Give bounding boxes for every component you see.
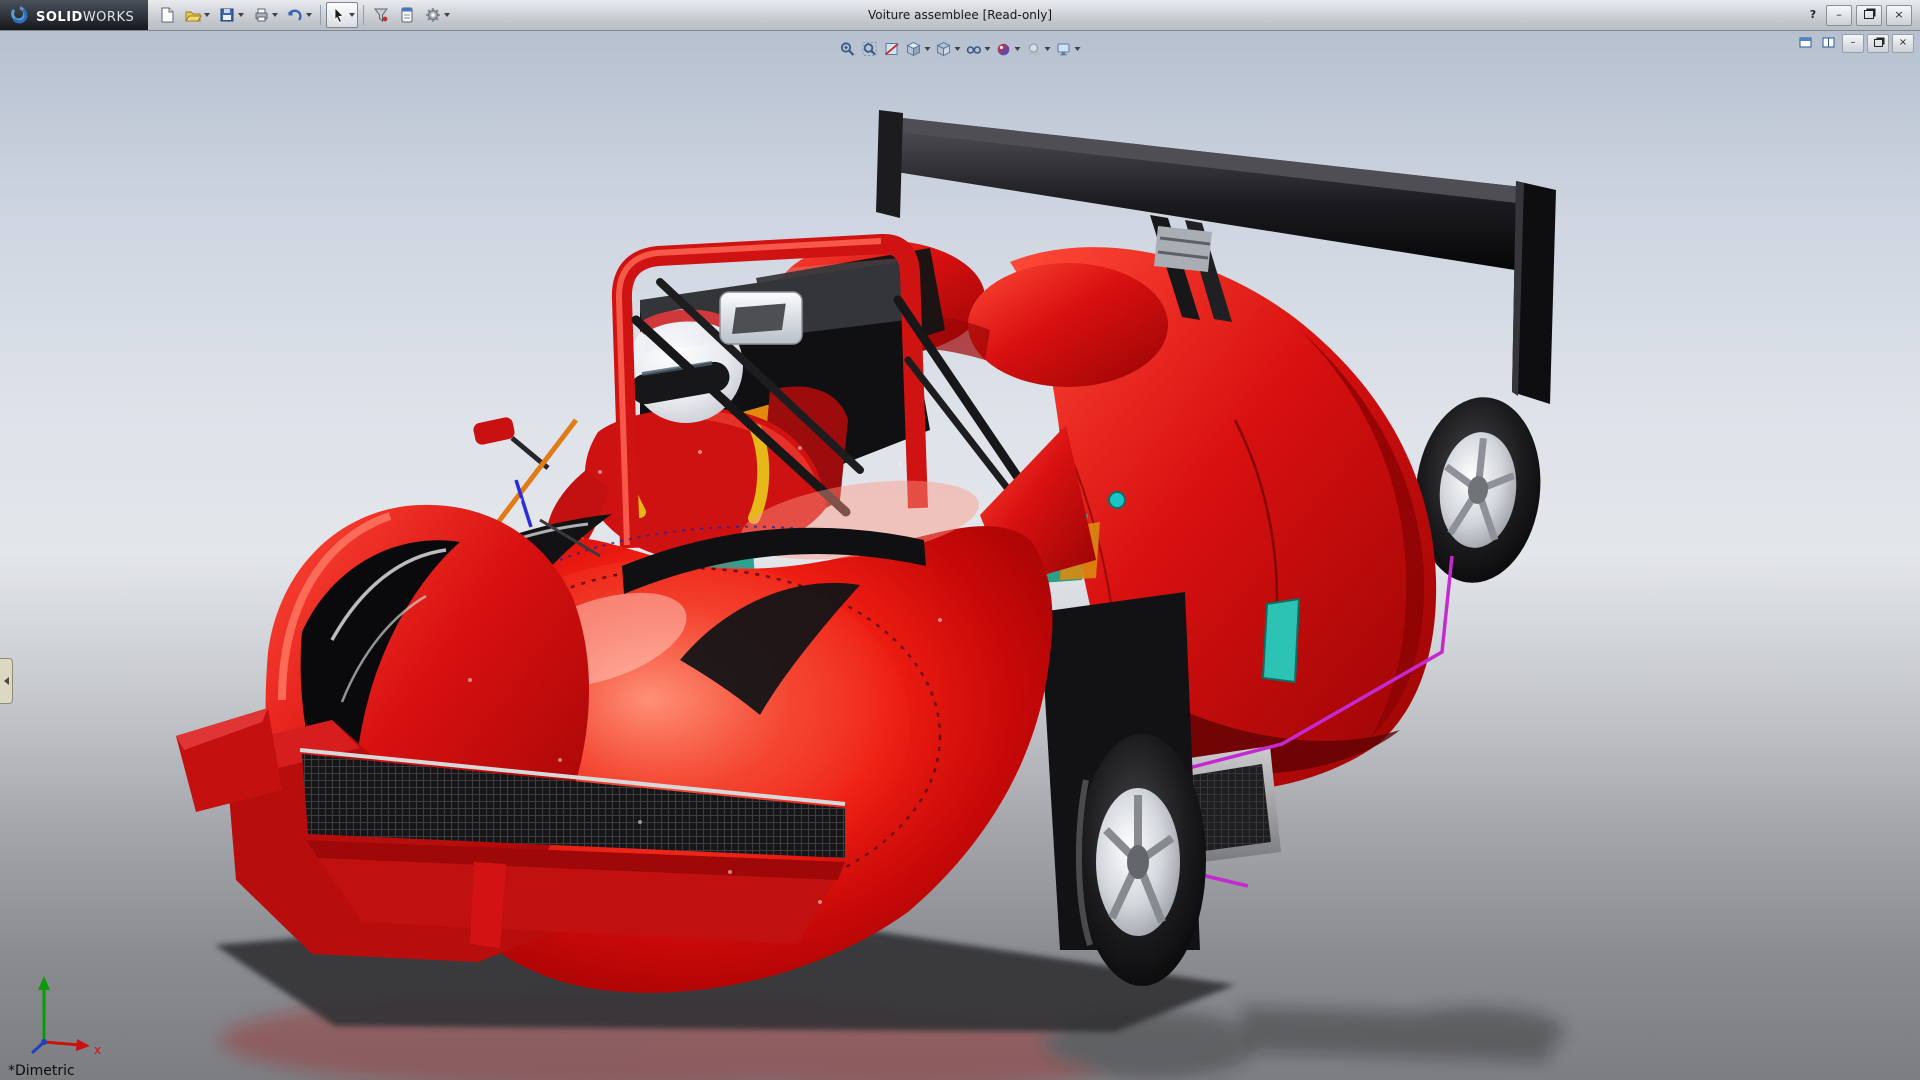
- minimize-button[interactable]: –: [1826, 5, 1852, 26]
- section-view-icon: [884, 41, 901, 58]
- undo-button[interactable]: [283, 2, 315, 28]
- zoom-to-fit-button[interactable]: [860, 35, 881, 63]
- print-button[interactable]: [249, 2, 281, 28]
- new-document-button[interactable]: [155, 2, 179, 28]
- close-button[interactable]: ×: [1886, 5, 1912, 26]
- view-settings-icon: [1056, 41, 1073, 58]
- undo-icon: [286, 6, 304, 24]
- brand-text-light: WORKS: [83, 10, 134, 25]
- toolbar-separator: [320, 5, 321, 25]
- section-view-button[interactable]: [882, 35, 903, 63]
- edit-appearance-button[interactable]: [994, 35, 1023, 63]
- edit-appearance-ball-icon: [996, 41, 1013, 58]
- doc-restore-button[interactable]: [1867, 34, 1889, 53]
- display-style-icon: [936, 41, 953, 58]
- design-binder-button[interactable]: [395, 2, 419, 28]
- document-window-controls: – ×: [1796, 34, 1914, 53]
- view-orientation-button[interactable]: [904, 35, 933, 63]
- open-folder-icon: [184, 6, 202, 24]
- view-settings-button[interactable]: [1054, 35, 1083, 63]
- window-controls: ? – ×: [1804, 5, 1920, 26]
- side-mirror[interactable]: [472, 416, 548, 468]
- select-dropdown-caret[interactable]: [349, 13, 355, 17]
- select-cursor-icon: [329, 6, 347, 24]
- restore-button[interactable]: [1856, 5, 1882, 26]
- feature-pane-icon: [1798, 35, 1814, 50]
- brand-text-bold: SOLID: [36, 10, 83, 25]
- feature-pane-button[interactable]: [1796, 35, 1816, 52]
- heads-up-view-toolbar: [838, 35, 1083, 63]
- display-style-button[interactable]: [934, 35, 963, 63]
- 3d-model-render[interactable]: [0, 30, 1920, 1080]
- hide-show-glasses-icon: [966, 41, 983, 58]
- view-orientation-label: *Dimetric: [8, 1063, 75, 1079]
- selection-filter-button[interactable]: [369, 2, 393, 28]
- doc-close-button[interactable]: ×: [1892, 34, 1914, 53]
- save-button[interactable]: [215, 2, 247, 28]
- apply-scene-button[interactable]: [1024, 35, 1053, 63]
- select-tool-button[interactable]: [326, 2, 358, 28]
- apply-scene-caret[interactable]: [1045, 47, 1051, 51]
- title-bar: SOLIDWORKS: [0, 0, 1920, 31]
- options-button[interactable]: [421, 2, 453, 28]
- front-wheel[interactable]: [1078, 734, 1206, 986]
- undo-dropdown-caret[interactable]: [306, 13, 312, 17]
- graphics-viewport[interactable]: – × x *Dimetric: [0, 30, 1920, 1080]
- view-settings-caret[interactable]: [1075, 47, 1081, 51]
- 3ds-swirl-icon: [8, 4, 30, 26]
- open-button[interactable]: [181, 2, 213, 28]
- rear-wing[interactable]: [876, 110, 1553, 276]
- display-style-caret[interactable]: [955, 47, 961, 51]
- save-icon: [218, 6, 236, 24]
- expand-pane-arrow-icon: [4, 677, 9, 685]
- zoom-in-out-button[interactable]: [838, 35, 859, 63]
- triad-x-axis: [76, 1039, 90, 1051]
- print-dropdown-caret[interactable]: [272, 13, 278, 17]
- doc-restore-icon: [1874, 39, 1883, 47]
- standard-toolbar: [148, 0, 454, 30]
- split-pane-icon: [1821, 35, 1837, 50]
- hide-show-items-button[interactable]: [964, 35, 993, 63]
- hide-show-caret[interactable]: [985, 47, 991, 51]
- selection-filter-icon: [372, 6, 390, 24]
- print-icon: [252, 6, 270, 24]
- save-dropdown-caret[interactable]: [238, 13, 244, 17]
- zoom-in-out-icon: [840, 41, 857, 58]
- reference-triad: x: [14, 964, 106, 1056]
- window-title: Voiture assemblee [Read-only]: [868, 0, 1052, 30]
- wing-endplate[interactable]: [1512, 181, 1556, 404]
- new-document-icon: [158, 6, 176, 24]
- help-button[interactable]: ?: [1804, 6, 1822, 25]
- zoom-to-fit-icon: [862, 41, 879, 58]
- feature-manager-collapsed-tab[interactable]: [0, 658, 13, 704]
- open-dropdown-caret[interactable]: [204, 13, 210, 17]
- view-orientation-caret[interactable]: [925, 47, 931, 51]
- triad-y-axis: [38, 976, 50, 990]
- toolbar-separator: [363, 5, 364, 25]
- options-dropdown-caret[interactable]: [444, 13, 450, 17]
- split-pane-button[interactable]: [1819, 35, 1839, 52]
- edit-appearance-caret[interactable]: [1015, 47, 1021, 51]
- apply-scene-icon: [1026, 41, 1043, 58]
- view-orientation-cube-icon: [906, 41, 923, 58]
- doc-minimize-button[interactable]: –: [1842, 34, 1864, 53]
- restore-icon: [1864, 10, 1874, 19]
- triad-x-label: x: [94, 1043, 101, 1056]
- solidworks-logo: SOLIDWORKS: [0, 0, 148, 30]
- design-binder-icon: [398, 6, 416, 24]
- options-gear-icon: [424, 6, 442, 24]
